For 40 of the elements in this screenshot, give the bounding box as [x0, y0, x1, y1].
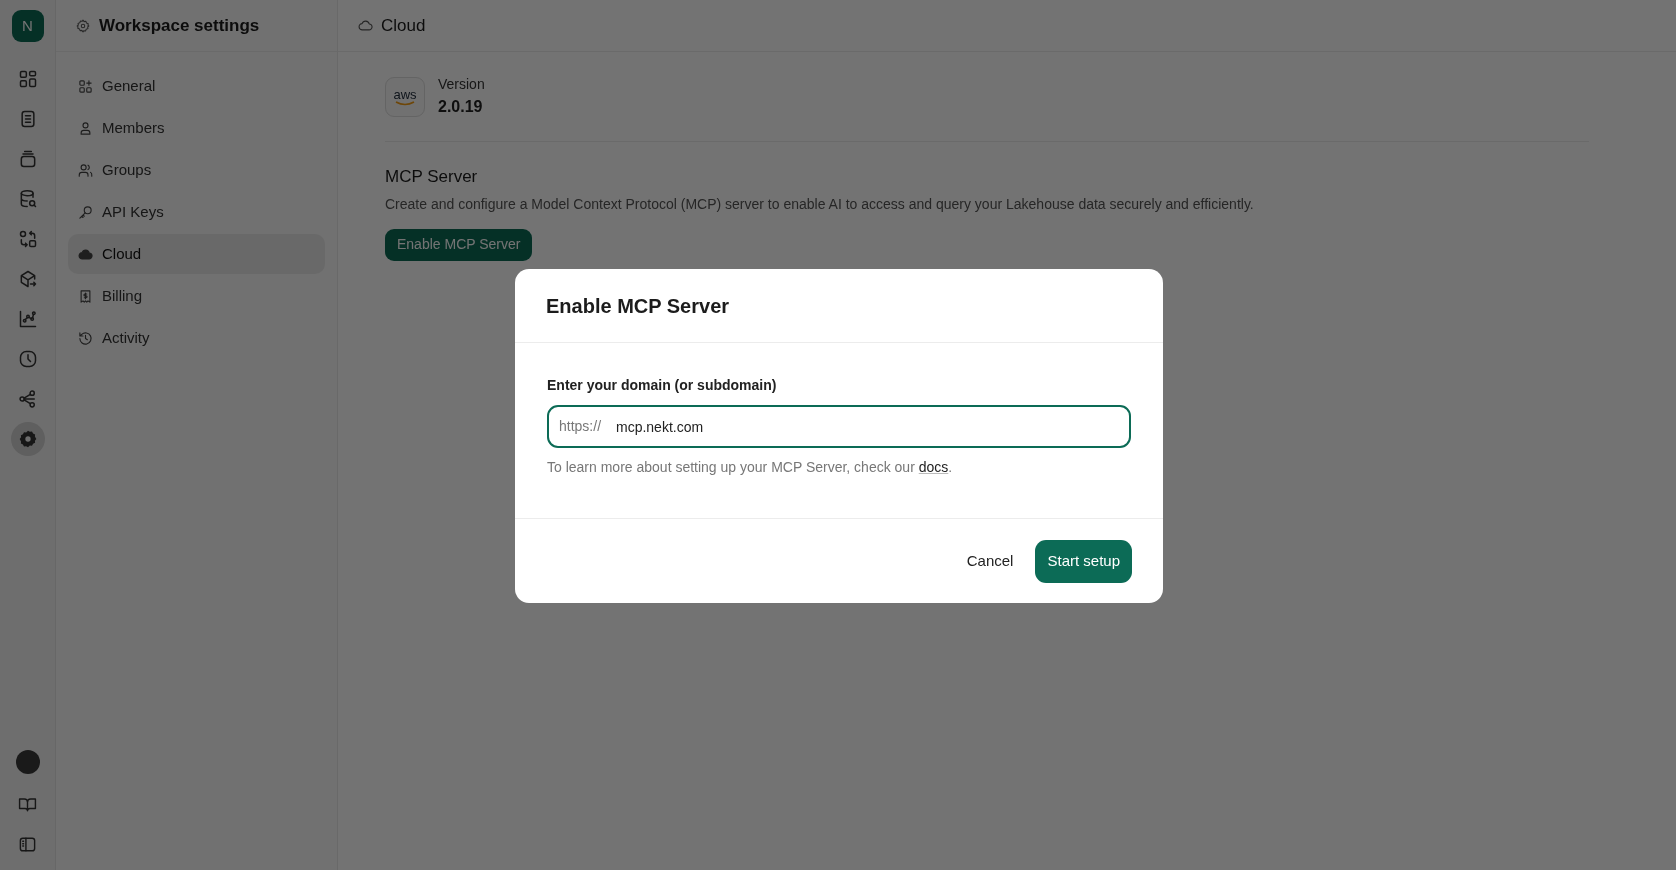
section-description: Create and configure a Model Context Protocol (MCP) server to enable AI to access and query your Lakehouse data securely and efficiently.: [385, 194, 1255, 214]
person-icon: [78, 120, 93, 136]
sidebar-item[interactable]: API Keys: [68, 192, 325, 232]
workspace-avatar[interactable]: N: [11, 10, 44, 42]
help-text: To learn more about setting up your MCP Server, check our docs.: [547, 458, 954, 477]
user-avatar[interactable]: [15, 750, 40, 774]
version-label: Version: [438, 75, 485, 94]
people-icon: [78, 162, 93, 178]
page-title: Cloud: [381, 14, 426, 37]
cloud-icon: [358, 18, 373, 33]
sidebar-item[interactable]: Cloud: [68, 234, 325, 274]
sidebar-item[interactable]: General: [68, 66, 325, 106]
start-setup-button[interactable]: Start setup: [1035, 539, 1132, 583]
sidebar-item[interactable]: Members: [68, 108, 325, 148]
share-icon: [17, 389, 38, 409]
cloud-icon: [78, 246, 93, 262]
sidebar-item[interactable]: Activity: [68, 318, 325, 358]
cancel-button[interactable]: Cancel: [954, 539, 1026, 583]
url-prefix: https://: [559, 417, 602, 436]
panel-icon: [18, 834, 37, 854]
sidebar-item[interactable]: Billing: [68, 276, 325, 316]
enable-mcp-button[interactable]: Enable MCP Server: [385, 228, 533, 261]
version-value: 2.0.19: [438, 97, 484, 117]
sidebar-title: Workspace settings: [99, 14, 260, 37]
settings-icon: [76, 18, 90, 33]
grid-icon: [17, 69, 38, 89]
chart-icon: [17, 309, 38, 329]
clock-icon: [17, 349, 38, 369]
sidebar-item[interactable]: Groups: [68, 150, 325, 190]
key-icon: [78, 204, 93, 220]
section-title: MCP Server: [385, 166, 479, 188]
history-icon: [78, 330, 93, 346]
nav-button[interactable]: [10, 422, 45, 456]
dialog-title: Enable MCP Server: [546, 293, 730, 319]
swap-icon: [17, 229, 38, 249]
grid-plus-icon: [78, 78, 93, 94]
aws-logo: aws: [385, 76, 425, 117]
field-label: Enter your domain (or subdomain): [547, 376, 778, 395]
receipt-icon: [78, 288, 93, 304]
settings-icon: [17, 429, 38, 449]
